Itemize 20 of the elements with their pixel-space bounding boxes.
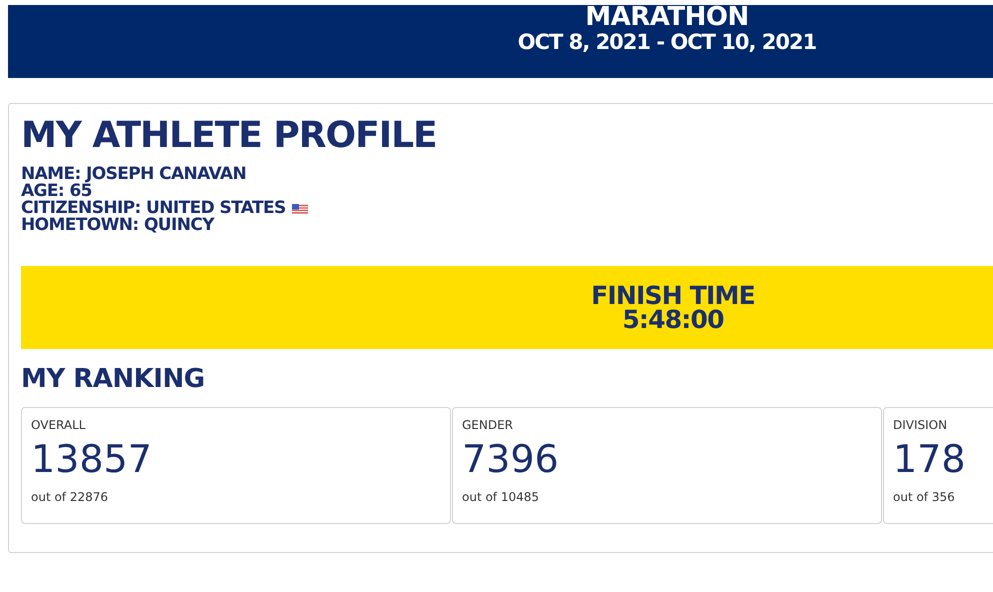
ranking-label: OVERALL	[31, 418, 86, 432]
ranking-label: DIVISION	[893, 418, 948, 432]
ranking-value: 13857	[31, 436, 153, 482]
ranking-value: 178	[893, 436, 967, 482]
profile-heading: MY ATHLETE PROFILE	[21, 114, 438, 158]
ranking-heading: MY RANKING	[21, 363, 206, 395]
profile-detail: HOMETOWN: QUINCY	[21, 217, 214, 234]
ranking-value: 7396	[462, 436, 560, 482]
finish-time-value: 5:48:00	[622, 308, 724, 332]
ranking-label: GENDER	[462, 418, 514, 432]
profile-detail: NAME: JOSEPH CANAVAN	[21, 166, 246, 183]
ranking-total: out of 356	[893, 490, 956, 504]
ranking-total: out of 22876	[31, 490, 110, 504]
event-title: MARATHON	[585, 5, 749, 29]
flag-icon	[292, 204, 308, 214]
profile-detail: AGE: 65	[21, 183, 92, 200]
ranking-total: out of 10485	[462, 490, 540, 504]
event-dates: OCT 8, 2021 - OCT 10, 2021	[518, 29, 816, 55]
profile-detail: CITIZENSHIP: UNITED STATES	[21, 200, 286, 217]
finish-time-label: FINISH TIME	[591, 284, 755, 308]
